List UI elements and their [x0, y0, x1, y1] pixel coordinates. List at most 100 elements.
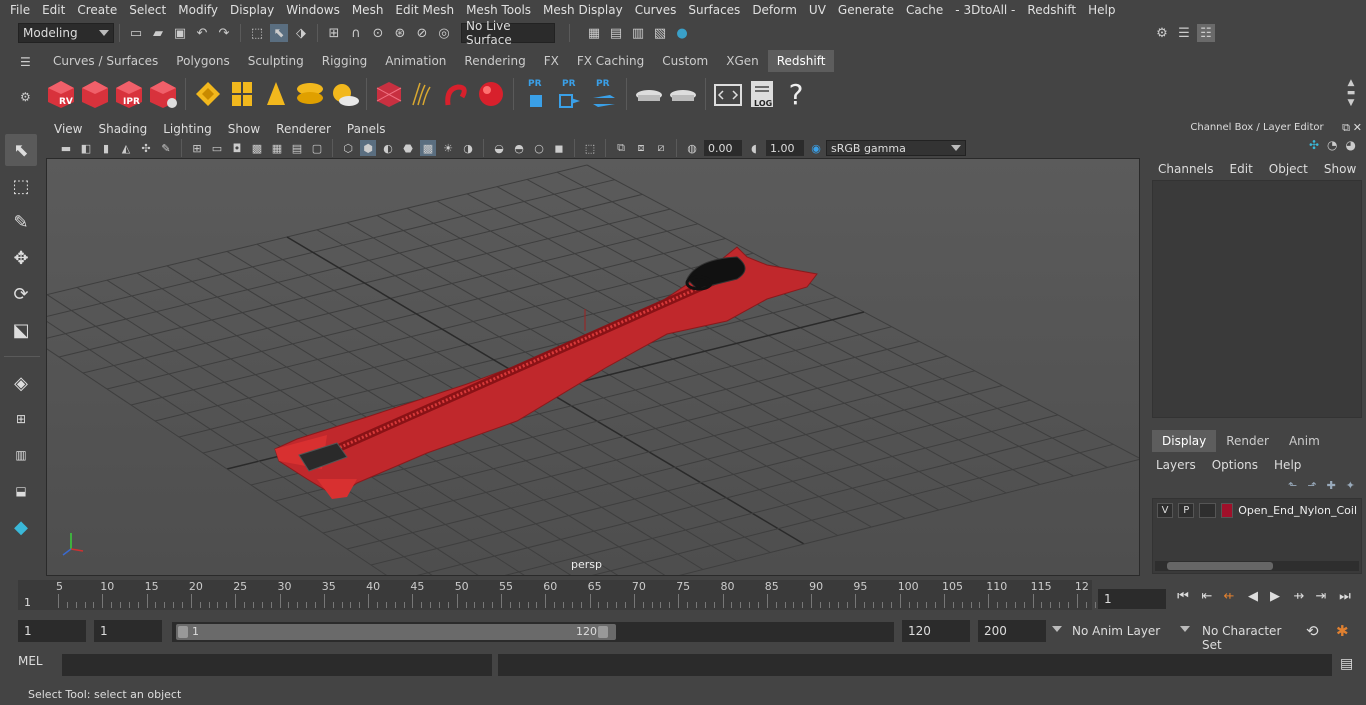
redshift-ipr-button[interactable]: IPR	[113, 77, 145, 111]
menu-file[interactable]: File	[4, 3, 36, 17]
layer-name[interactable]: Open_End_Nylon_Coil	[1238, 504, 1357, 517]
textured-icon[interactable]: ▩	[420, 140, 436, 156]
render-settings-icon[interactable]: ▧	[651, 24, 669, 42]
menu-deform[interactable]: Deform	[746, 3, 803, 17]
tab-animation[interactable]: Animation	[376, 50, 456, 72]
new-layer-icon[interactable]: ✚	[1327, 479, 1336, 492]
select-component-icon[interactable]: ⬗	[292, 24, 310, 42]
menu-help[interactable]: Help	[1082, 3, 1121, 17]
make-live-icon[interactable]: ◎	[435, 24, 453, 42]
perspective-viewport[interactable]: persp	[46, 158, 1140, 576]
range-end-handle[interactable]	[598, 626, 608, 638]
step-back-icon[interactable]: ⇤	[1198, 588, 1216, 606]
pr-object-button[interactable]: PR	[520, 77, 552, 111]
anti-aliasing-icon[interactable]: ○	[531, 140, 547, 156]
layer-help-menu[interactable]: Help	[1266, 458, 1309, 472]
tab-polygons[interactable]: Polygons	[167, 50, 239, 72]
safe-title-icon[interactable]: ▢	[309, 140, 325, 156]
select-tool-icon[interactable]: ⬉	[5, 134, 37, 166]
select-object-icon[interactable]: ⬉	[270, 24, 288, 42]
resolution-gate-icon[interactable]: ◘	[229, 140, 245, 156]
play-forwards-icon[interactable]: ▶	[1266, 588, 1284, 606]
layer-color-swatch[interactable]	[1220, 503, 1234, 518]
layer-row[interactable]: V P Open_End_Nylon_Coil	[1153, 499, 1361, 522]
character-set-dropdown[interactable]: No Character Set	[1196, 620, 1298, 652]
command-input[interactable]	[62, 654, 492, 676]
layer-playback-toggle[interactable]: P	[1178, 503, 1195, 518]
two-d-pan-icon[interactable]: ✣	[138, 140, 154, 156]
new-layer-selected-icon[interactable]: ✦	[1346, 479, 1355, 492]
step-forward-icon[interactable]: ⇥	[1312, 588, 1330, 606]
field-chart-icon[interactable]: ▦	[269, 140, 285, 156]
attribute-toggle-icon[interactable]: ◔	[1327, 138, 1337, 152]
rs-hair-button[interactable]	[407, 77, 439, 111]
options-menu[interactable]: Options	[1204, 458, 1266, 472]
exposure-field[interactable]: 0.00	[704, 140, 742, 156]
persp-outliner-layout-icon[interactable]: ▥	[5, 439, 37, 471]
move-layer-down-icon[interactable]: ⬏	[1307, 479, 1316, 492]
toggle-panels-icon[interactable]: ☰	[1175, 24, 1193, 42]
playback-start-field[interactable]: 1	[94, 620, 162, 642]
move-layer-up-icon[interactable]: ⬑	[1288, 479, 1297, 492]
viewport-menu-lighting[interactable]: Lighting	[155, 122, 220, 136]
range-slider-bar[interactable]	[176, 624, 616, 640]
viewport-menu-view[interactable]: View	[46, 122, 90, 136]
layer-scrollbar[interactable]	[1155, 561, 1359, 571]
menu-surfaces[interactable]: Surfaces	[682, 3, 746, 17]
rs-curve-button[interactable]	[441, 77, 473, 111]
range-slider[interactable]: 1 120	[172, 622, 894, 642]
layer-visibility-toggle[interactable]: V	[1157, 503, 1174, 518]
menu-edit[interactable]: Edit	[36, 3, 71, 17]
wireframe-icon[interactable]: ⬡	[340, 140, 356, 156]
snap-grid-icon[interactable]: ⊞	[325, 24, 343, 42]
close-icon[interactable]: ✕	[1353, 120, 1362, 136]
redshift-render-button[interactable]	[79, 77, 111, 111]
viewport-menu-show[interactable]: Show	[220, 122, 268, 136]
select-hierarchy-icon[interactable]: ⬚	[248, 24, 266, 42]
current-frame-field[interactable]: 1	[1098, 589, 1166, 609]
playback-end-field[interactable]: 120	[902, 620, 970, 642]
isolate-select-icon[interactable]: ⬚	[582, 140, 598, 156]
color-management-icon[interactable]: ◉	[808, 140, 824, 156]
menu-mesh[interactable]: Mesh	[346, 3, 390, 17]
tab-xgen[interactable]: XGen	[717, 50, 768, 72]
hypershade-icon[interactable]: ●	[673, 24, 691, 42]
menu-3dtoall[interactable]: - 3DtoAll -	[949, 3, 1021, 17]
use-lights-icon[interactable]: ☀	[440, 140, 456, 156]
exposure-icon[interactable]: ◍	[684, 140, 700, 156]
tab-curves-surfaces[interactable]: Curves / Surfaces	[44, 50, 168, 72]
animation-start-field[interactable]: 1	[18, 620, 86, 642]
tab-render[interactable]: Render	[1216, 430, 1279, 452]
screen-space-ao-icon[interactable]: ◒	[491, 140, 507, 156]
save-scene-icon[interactable]: ▣	[171, 24, 189, 42]
menu-windows[interactable]: Windows	[280, 3, 346, 17]
snap-view-plane-icon[interactable]: ⊘	[413, 24, 431, 42]
scale-tool-icon[interactable]: ⬕	[5, 314, 37, 346]
snap-curve-icon[interactable]: ∩	[347, 24, 365, 42]
range-start-handle[interactable]	[178, 626, 188, 638]
anim-layer-dropdown[interactable]: No Anim Layer	[1066, 620, 1174, 642]
shadows-icon[interactable]: ◑	[460, 140, 476, 156]
ipr-render-icon[interactable]: ▥	[629, 24, 647, 42]
rotate-tool-icon[interactable]: ⟳	[5, 278, 37, 310]
layers-menu[interactable]: Layers	[1148, 458, 1204, 472]
animation-preferences-icon[interactable]: ✱	[1336, 622, 1349, 640]
grease-pencil-icon[interactable]: ✎	[158, 140, 174, 156]
menu-mesh-tools[interactable]: Mesh Tools	[460, 3, 537, 17]
lasso-tool-icon[interactable]: ⬚	[5, 170, 37, 202]
go-to-start-icon[interactable]: ⏮	[1174, 588, 1192, 606]
camera-select-icon[interactable]: ▬	[58, 140, 74, 156]
rs-script-button[interactable]	[712, 77, 744, 111]
menu-curves[interactable]: Curves	[629, 3, 683, 17]
float-icon[interactable]: ⧉	[1342, 120, 1350, 136]
object-menu[interactable]: Object	[1261, 162, 1316, 176]
tab-anim[interactable]: Anim	[1279, 430, 1330, 452]
safe-action-icon[interactable]: ▤	[289, 140, 305, 156]
layer-display-type[interactable]	[1199, 503, 1216, 518]
channels-menu[interactable]: Channels	[1150, 162, 1222, 176]
step-forward-key-icon[interactable]: ⇸	[1290, 588, 1308, 606]
tab-custom[interactable]: Custom	[653, 50, 718, 72]
snap-point-icon[interactable]: ⊙	[369, 24, 387, 42]
wireframe-on-shaded-icon[interactable]: ⬣	[400, 140, 416, 156]
bookmark-icon[interactable]: ▮	[98, 140, 114, 156]
